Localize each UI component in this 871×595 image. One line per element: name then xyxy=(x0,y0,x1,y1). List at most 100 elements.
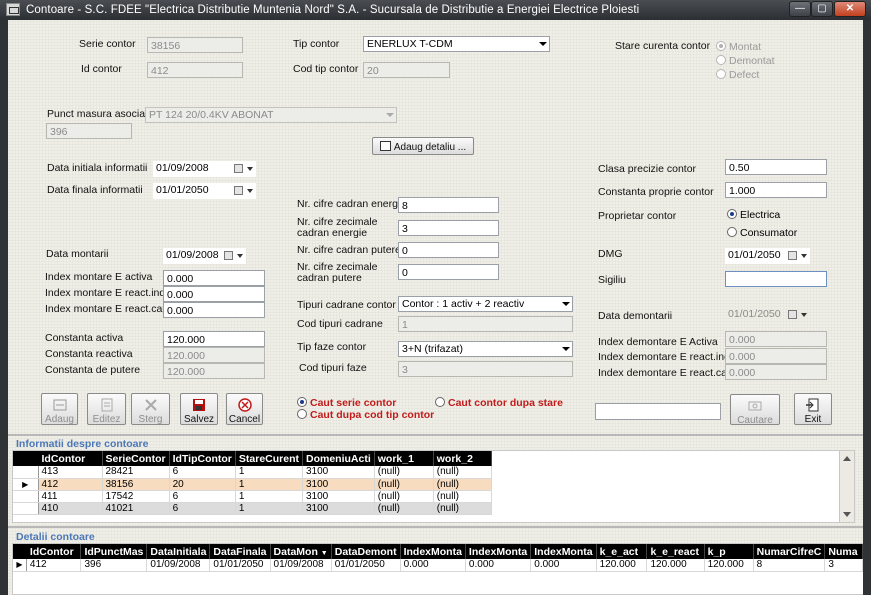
index-react-field[interactable]: 0.000 xyxy=(163,286,265,302)
grid1-col-header[interactable]: work_2 xyxy=(433,451,492,466)
grid2-col-header[interactable]: IdContor xyxy=(26,544,82,559)
constanta-proprie-label: Constanta proprie contor xyxy=(598,186,714,198)
radio-selected-icon xyxy=(727,209,737,219)
grid1-col-header[interactable]: work_1 xyxy=(374,451,434,466)
grid1-col-header[interactable]: SerieContor xyxy=(102,451,170,466)
row-indicator-current[interactable]: ▶ xyxy=(13,559,27,572)
chevron-down-icon xyxy=(562,302,570,306)
editez-button[interactable]: Editez xyxy=(87,393,126,425)
nr-cifre-zec-putere-field[interactable]: 0 xyxy=(398,264,499,280)
cell: 3100 xyxy=(302,490,375,503)
salvez-button[interactable]: Salvez xyxy=(180,393,218,425)
index-capacit-field[interactable]: 0.000 xyxy=(163,302,265,318)
grid1-col-header[interactable]: StareCurent xyxy=(235,451,304,466)
grid2-col-header[interactable]: NumarCifreC xyxy=(753,544,826,559)
punct-masura-select[interactable]: PT 124 20/0.4KV ABONAT xyxy=(145,107,397,123)
grid1-col-header[interactable]: IdTipContor xyxy=(169,451,236,466)
constanta-proprie-field[interactable]: 1.000 xyxy=(725,182,827,198)
cod-tip-contor-label: Cod tip contor xyxy=(293,63,359,75)
cod-tip-contor-field[interactable]: 20 xyxy=(363,62,450,78)
stare-defect-radio[interactable]: Defect xyxy=(716,69,759,81)
close-button[interactable]: ✕ xyxy=(834,1,866,17)
data-montarii-picker[interactable]: 01/09/2008 xyxy=(163,248,246,264)
data-demontarii-picker[interactable]: 01/01/2050 xyxy=(725,307,810,323)
grid2-col-header[interactable]: k_e_act xyxy=(596,544,648,559)
id-contor-field[interactable]: 412 xyxy=(147,62,243,78)
punct-masura-id-field[interactable]: 396 xyxy=(46,123,132,139)
grid2-col-header[interactable]: k_p xyxy=(704,544,754,559)
cod-tipuri-cadrane-field[interactable]: 1 xyxy=(398,316,573,332)
constanta-putere-field[interactable]: 120.000 xyxy=(163,363,265,379)
grid2-col-header[interactable]: Numa xyxy=(824,544,863,559)
sigiliu-field[interactable] xyxy=(725,271,827,287)
grid2-col-header-sorted[interactable]: DataMon ▼ xyxy=(270,544,332,559)
add-icon xyxy=(52,398,68,412)
proprietar-electrica-radio[interactable]: Electrica xyxy=(727,209,780,221)
nr-cifre-zec-energie-field[interactable]: 3 xyxy=(398,220,499,236)
proprietar-consumator-label: Consumator xyxy=(740,227,798,239)
search-input[interactable] xyxy=(595,403,721,420)
cautare-button[interactable]: Cautare xyxy=(730,394,780,426)
stare-montat-radio[interactable]: Montat xyxy=(716,41,761,53)
tip-faze-select[interactable]: 3+N (trifazat) xyxy=(398,341,573,357)
scroll-up-icon[interactable] xyxy=(843,456,851,461)
data-initiala-picker[interactable]: 01/09/2008 xyxy=(153,161,256,177)
grid2-col-header[interactable]: IdPunctMas xyxy=(80,544,148,559)
table-row-selected[interactable]: ▶ 412 396 01/09/2008 01/01/2050 01/09/20… xyxy=(13,559,863,572)
search-serie-radio[interactable]: Caut serie contor xyxy=(297,397,396,409)
grid2-col-header[interactable]: IndexMonta xyxy=(400,544,466,559)
title-bar[interactable]: Contoare - S.C. FDEE "Electrica Distribu… xyxy=(0,0,871,20)
maximize-button[interactable]: ▢ xyxy=(811,1,833,17)
cell: 120.000 xyxy=(704,559,754,572)
row-indicator[interactable] xyxy=(13,466,39,479)
application-window: Contoare - S.C. FDEE "Electrica Distribu… xyxy=(0,0,871,595)
row-indicator[interactable] xyxy=(13,490,39,503)
constanta-reactiva-field[interactable]: 120.000 xyxy=(163,347,265,363)
cell: 0.000 xyxy=(465,559,532,572)
grid1-col-header[interactable]: DomeniuActi xyxy=(302,451,375,466)
grid2-col-header[interactable]: k_e_react xyxy=(646,544,705,559)
cod-tip-faze-field[interactable]: 3 xyxy=(398,361,573,377)
sterg-button[interactable]: Sterg xyxy=(131,393,170,425)
grid2-col-header[interactable]: IndexMonta xyxy=(530,544,597,559)
exit-button[interactable]: Exit xyxy=(794,393,832,425)
serie-contor-field[interactable]: 38156 xyxy=(147,37,243,53)
row-indicator[interactable] xyxy=(13,502,39,515)
constanta-activa-field[interactable]: 120.000 xyxy=(163,331,265,347)
table-row[interactable]: 413 28421 6 1 3100 (null) (null) xyxy=(13,466,492,479)
search-stare-radio[interactable]: Caut contor dupa stare xyxy=(435,397,563,409)
tip-contor-select[interactable]: ENERLUX T-CDM xyxy=(363,36,550,52)
clasa-precizie-field[interactable]: 0.50 xyxy=(725,159,827,175)
data-finala-picker[interactable]: 01/01/2050 xyxy=(153,183,256,199)
grid2-col-header[interactable]: DataFinala xyxy=(209,544,271,559)
idx-dem-capacit-field[interactable]: 0.000 xyxy=(725,364,827,380)
data-initiala-label: Data initiala informatii xyxy=(47,162,148,174)
stare-demontat-radio[interactable]: Demontat xyxy=(716,55,775,67)
row-indicator-current[interactable]: ▶ xyxy=(13,478,39,491)
grid1-scrollbar[interactable] xyxy=(839,451,854,522)
adaug-button[interactable]: Adaug xyxy=(41,393,78,425)
tipuri-cadrane-select[interactable]: Contor : 1 activ + 2 reactiv xyxy=(398,296,573,312)
cell: 01/09/2008 xyxy=(146,559,211,572)
table-row-selected[interactable]: ▶ 412 38156 20 1 3100 (null) (null) xyxy=(13,478,492,491)
table-row[interactable]: 410 41021 6 1 3100 (null) (null) xyxy=(13,502,492,515)
table-row[interactable]: 411 17542 6 1 3100 (null) (null) xyxy=(13,490,492,503)
nr-cifre-putere-field[interactable]: 0 xyxy=(398,242,499,258)
nr-cifre-energie-field[interactable]: 8 xyxy=(398,197,499,213)
cancel-button[interactable]: Cancel xyxy=(226,393,263,425)
dmg-picker[interactable]: 01/01/2050 xyxy=(725,248,810,264)
grid2-col-header[interactable]: DataInitiala xyxy=(146,544,211,559)
idx-dem-react-field[interactable]: 0.000 xyxy=(725,348,827,364)
grid2-col-header[interactable]: DataDemont xyxy=(331,544,401,559)
index-activa-field[interactable]: 0.000 xyxy=(163,270,265,286)
adaug-detaliu-button[interactable]: Adaug detaliu ... xyxy=(372,137,474,155)
cell: 412 xyxy=(26,559,82,572)
idx-dem-activa-field[interactable]: 0.000 xyxy=(725,331,827,347)
data-finala-label: Data finala informatii xyxy=(47,184,143,196)
grid2-col-header[interactable]: IndexMonta xyxy=(465,544,532,559)
proprietar-consumator-radio[interactable]: Consumator xyxy=(727,227,797,239)
grid1-col-header[interactable]: IdContor xyxy=(38,451,103,466)
search-cod-tip-radio[interactable]: Caut dupa cod tip contor xyxy=(297,409,434,421)
minimize-button[interactable]: — xyxy=(789,1,811,17)
scroll-down-icon[interactable] xyxy=(843,512,851,517)
